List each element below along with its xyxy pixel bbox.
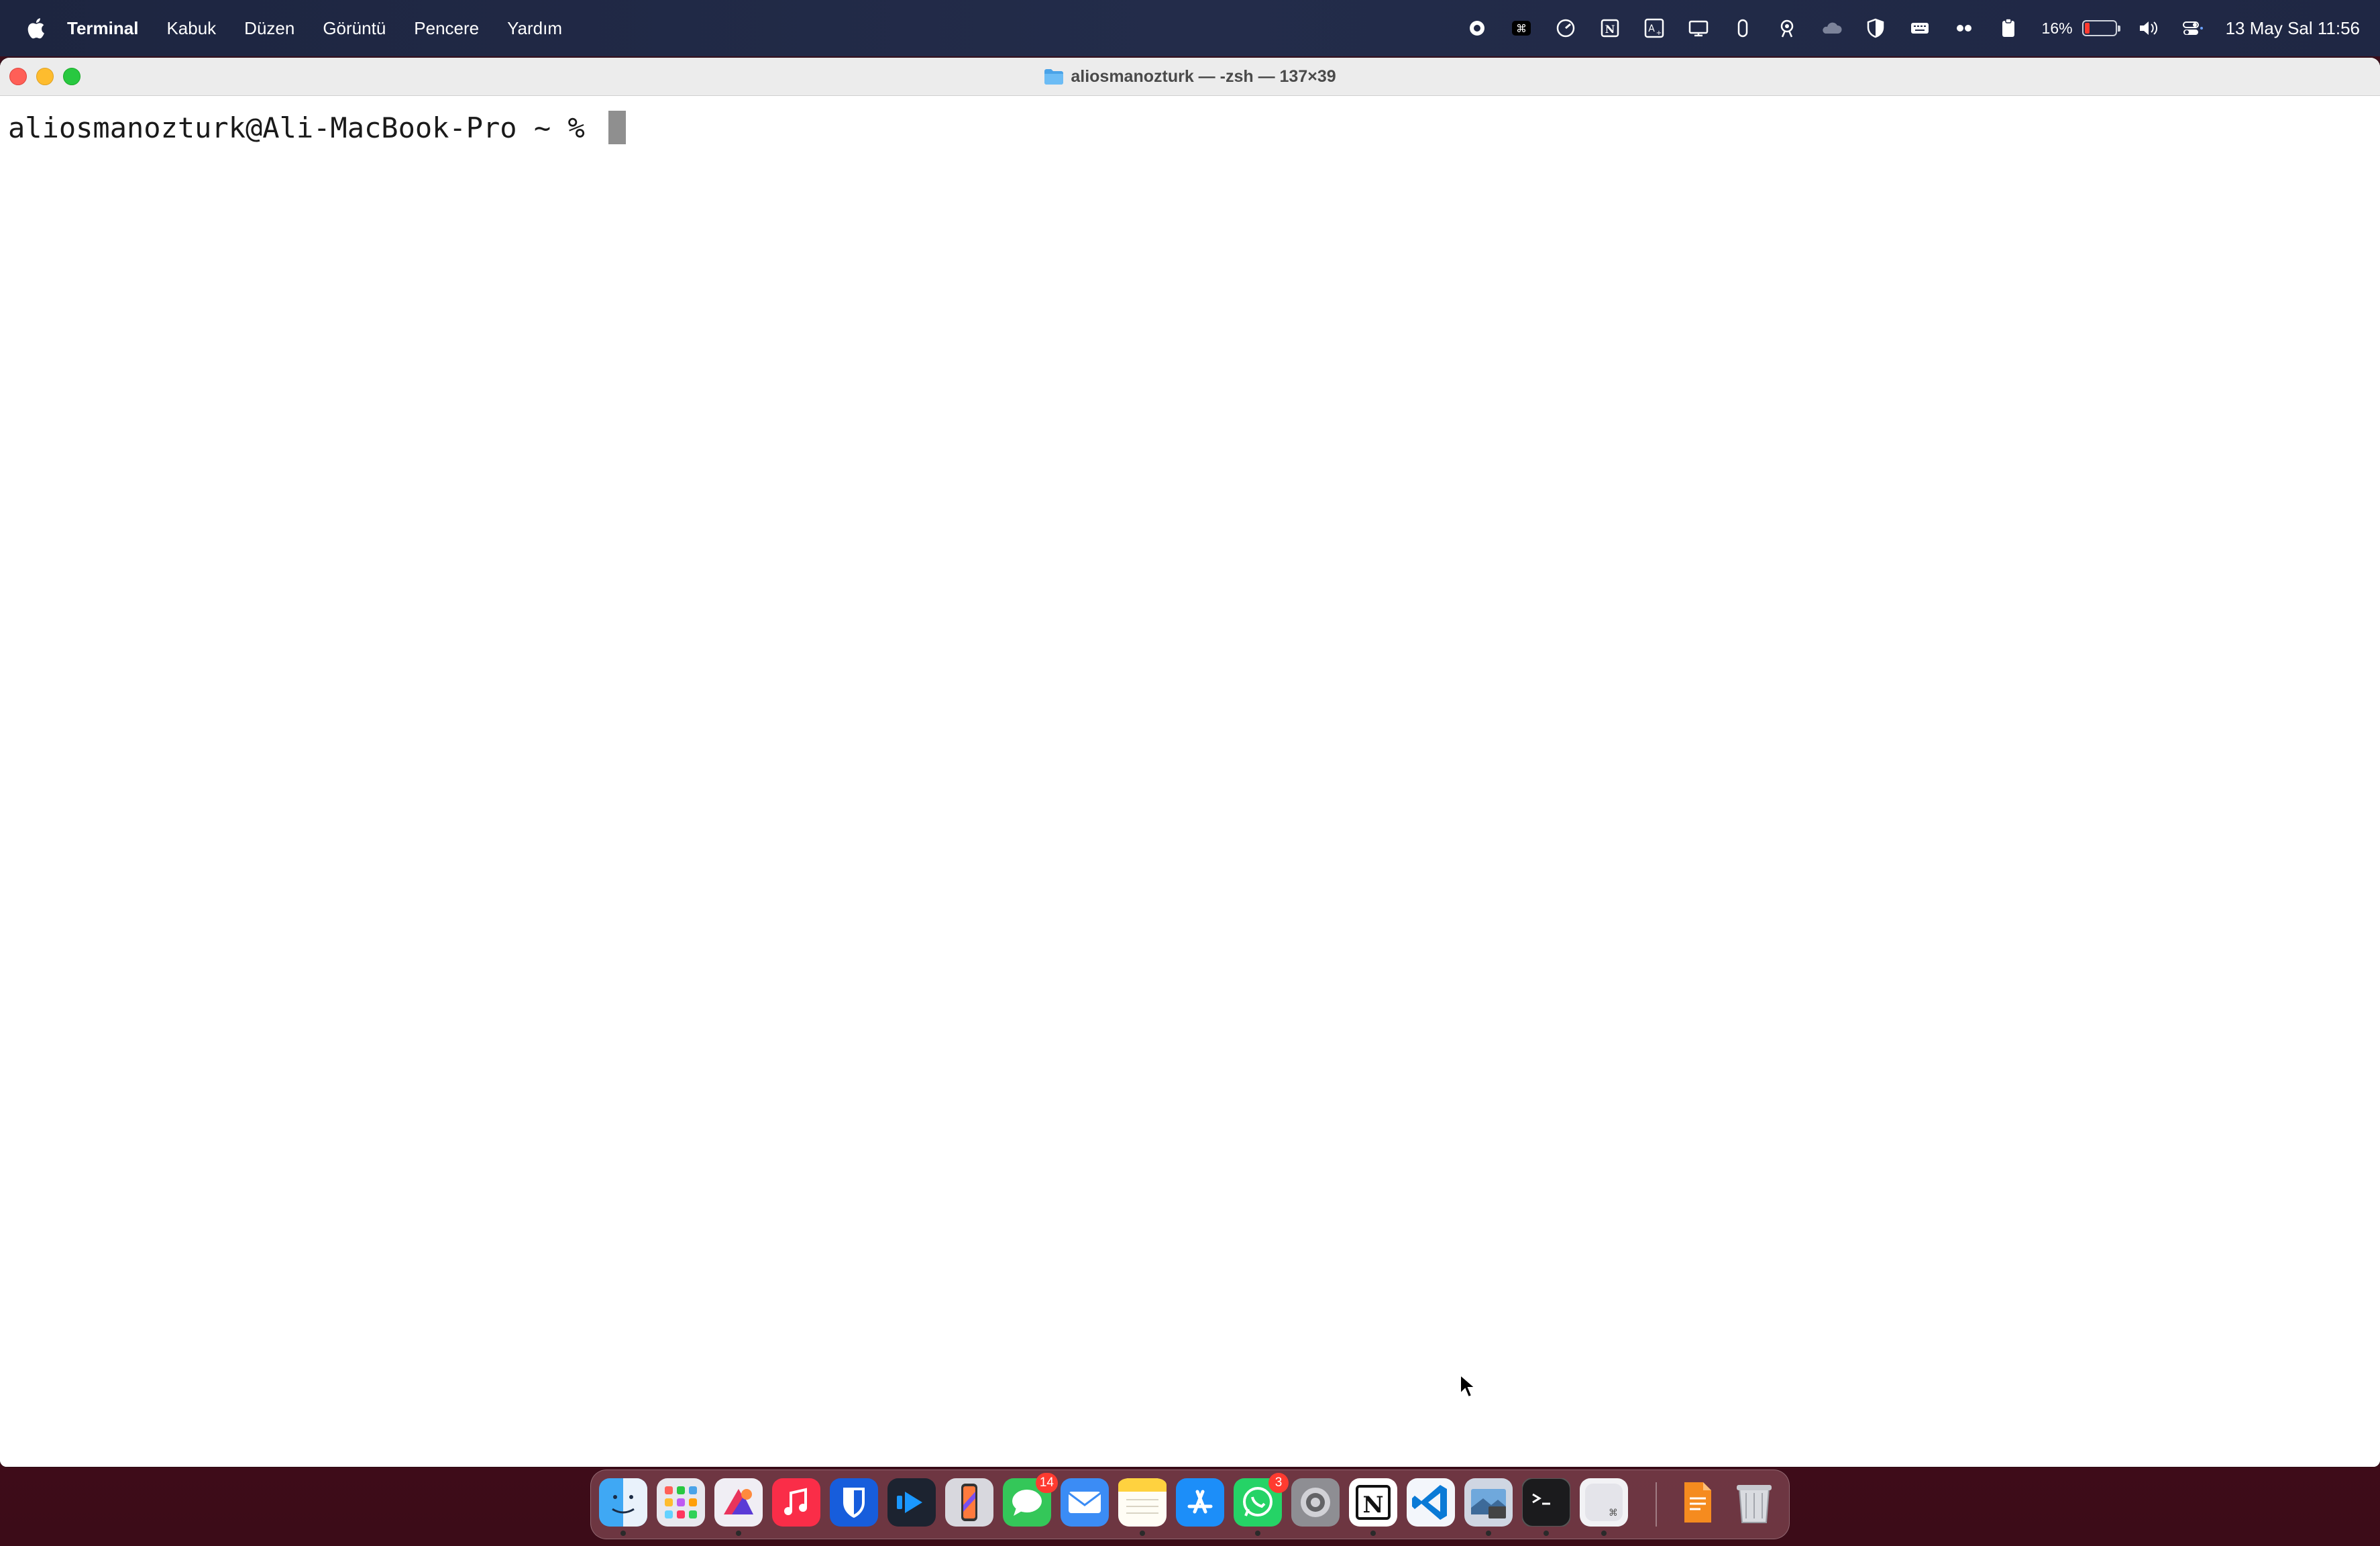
dock-app-notes[interactable]: [1118, 1478, 1167, 1536]
dock-app-system-settings[interactable]: [1291, 1478, 1340, 1527]
running-indicator: [1601, 1531, 1607, 1536]
dock-app-vscode[interactable]: [1407, 1478, 1455, 1527]
running-indicator: [620, 1531, 626, 1536]
running-indicator: [1140, 1531, 1145, 1536]
shield-icon[interactable]: [1862, 15, 1889, 42]
menu-pencere[interactable]: Pencere: [414, 18, 479, 39]
terminal-content[interactable]: aliosmanozturk@Ali-MacBook-Pro ~ %: [0, 96, 2380, 1467]
notification-badge: 3: [1268, 1473, 1289, 1493]
running-indicator: [736, 1531, 741, 1536]
svg-text:N: N: [1605, 23, 1615, 36]
keyboard-icon[interactable]: [1906, 15, 1933, 42]
dock-app-trash[interactable]: [1730, 1478, 1778, 1527]
command-key-icon[interactable]: ⌘: [1508, 15, 1535, 42]
dock-app-terminal[interactable]: [1522, 1478, 1570, 1536]
battery-percent[interactable]: 16%: [2042, 19, 2073, 38]
text-cursor: [608, 111, 627, 144]
prompt-line: aliosmanozturk@Ali-MacBook-Pro ~ %: [8, 111, 627, 144]
svg-text:⌘: ⌘: [1516, 22, 1527, 35]
running-indicator: [1544, 1531, 1549, 1536]
menu-duzen[interactable]: Düzen: [244, 18, 294, 39]
window-title: aliosmanozturk — -zsh — 137×39: [0, 58, 2380, 95]
dock-app-whatsapp[interactable]: 3: [1234, 1473, 1289, 1536]
dock-app-keyboard-utility[interactable]: ⌘: [1580, 1478, 1628, 1536]
svg-text:N: N: [1362, 1492, 1383, 1518]
status-area: ⌘ N A + 16% 13 May Sal 11:56: [1446, 0, 2360, 56]
dock-app-prime-video[interactable]: [887, 1478, 936, 1527]
window-title-text: aliosmanozturk — -zsh — 137×39: [1071, 66, 1336, 86]
svg-text:A: A: [1648, 23, 1655, 34]
robot-icon[interactable]: [1774, 15, 1800, 42]
dock-app-preview[interactable]: [1464, 1478, 1513, 1536]
volume-icon[interactable]: [2134, 15, 2161, 42]
running-indicator: [1486, 1531, 1491, 1536]
menu-kabuk[interactable]: Kabuk: [166, 18, 216, 39]
control-center-icon[interactable]: [2179, 15, 2206, 42]
terminal-window: aliosmanozturk — -zsh — 137×39 aliosmano…: [0, 58, 2380, 1467]
folder-icon: [1044, 69, 1064, 85]
menu-goruntu[interactable]: Görüntü: [323, 18, 386, 39]
dock-app-app-store[interactable]: [1176, 1478, 1224, 1527]
menu-bar-clock[interactable]: 13 May Sal 11:56: [2226, 18, 2360, 39]
dock-app-notion[interactable]: N: [1349, 1478, 1397, 1536]
dock-separator: [1656, 1482, 1657, 1527]
menu-app-name[interactable]: Terminal: [67, 18, 138, 39]
translate-icon[interactable]: A +: [1641, 15, 1668, 42]
dock: 14 3 N ⌘: [590, 1470, 1790, 1539]
svg-text:+: +: [1656, 30, 1661, 37]
dock-app-bitwarden[interactable]: [830, 1478, 878, 1527]
cloud-icon[interactable]: [1818, 15, 1845, 42]
running-indicator: [1370, 1531, 1376, 1536]
window-titlebar[interactable]: aliosmanozturk — -zsh — 137×39: [0, 58, 2380, 96]
screen-record-icon[interactable]: [1464, 15, 1491, 42]
dock-app-finder[interactable]: [599, 1478, 647, 1536]
notion-icon[interactable]: N: [1597, 15, 1623, 42]
dock-app-messages[interactable]: 14: [1003, 1473, 1058, 1527]
dock-app-affinity[interactable]: [714, 1478, 763, 1536]
battery-fill: [2084, 23, 2090, 34]
clipboard-icon[interactable]: [1995, 15, 2022, 42]
notification-badge: 14: [1035, 1473, 1058, 1493]
apple-menu-icon[interactable]: [25, 17, 46, 40]
dots-icon[interactable]: [1951, 15, 1978, 42]
mouse-pointer-icon: [1460, 1374, 1477, 1398]
running-indicator: [1255, 1531, 1260, 1536]
dock-app-iphone-mirroring[interactable]: [945, 1478, 993, 1527]
dock-app-music[interactable]: [772, 1478, 820, 1527]
dock-app-launchpad[interactable]: [657, 1478, 705, 1527]
dock-app-pages[interactable]: [1672, 1478, 1721, 1527]
dock-app-mail[interactable]: [1061, 1478, 1109, 1527]
mouse-icon[interactable]: [1729, 15, 1756, 42]
speedometer-icon[interactable]: [1552, 15, 1579, 42]
menu-bar: Terminal Kabuk Düzen Görüntü Pencere Yar…: [0, 0, 2380, 56]
menu-yardim[interactable]: Yardım: [507, 18, 562, 39]
svg-text:⌘: ⌘: [1609, 1508, 1618, 1518]
shell-prompt: aliosmanozturk@Ali-MacBook-Pro ~ %: [8, 111, 602, 144]
battery-icon[interactable]: [2081, 20, 2120, 36]
display-icon[interactable]: [1685, 15, 1712, 42]
